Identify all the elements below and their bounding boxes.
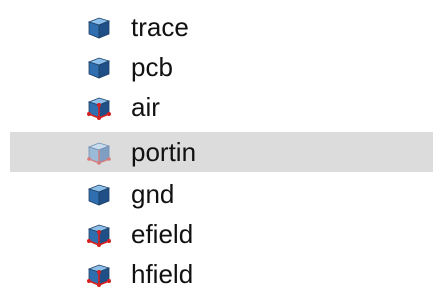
boundary-box-icon: [86, 94, 112, 120]
tree-item-trace[interactable]: trace: [10, 7, 433, 47]
tree-item-label: gnd: [131, 179, 175, 209]
tree-item-label: portin: [131, 137, 197, 167]
tree-item-hfield[interactable]: hfield: [10, 254, 433, 294]
tree-item-air[interactable]: air: [10, 87, 433, 127]
tree-item-pcb[interactable]: pcb: [10, 47, 433, 87]
boundary-box-icon: [86, 221, 112, 247]
tree-item-gnd[interactable]: gnd: [10, 174, 433, 214]
solid-box-icon: [86, 14, 112, 40]
solid-box-icon: [86, 181, 112, 207]
port-box-icon: [86, 139, 112, 165]
tree-item-label: pcb: [131, 52, 173, 82]
boundary-box-icon: [86, 261, 112, 287]
tree-item-label: trace: [131, 12, 189, 42]
tree-item-label: hfield: [131, 259, 194, 289]
tree-item-efield[interactable]: efield: [10, 214, 433, 254]
tree-item-label: efield: [131, 219, 194, 249]
tree-item-portin[interactable]: portin: [10, 132, 433, 172]
object-tree: trace pcb air portin gnd efield hfield: [0, 0, 433, 289]
solid-box-icon: [86, 54, 112, 80]
tree-item-label: air: [131, 92, 160, 122]
